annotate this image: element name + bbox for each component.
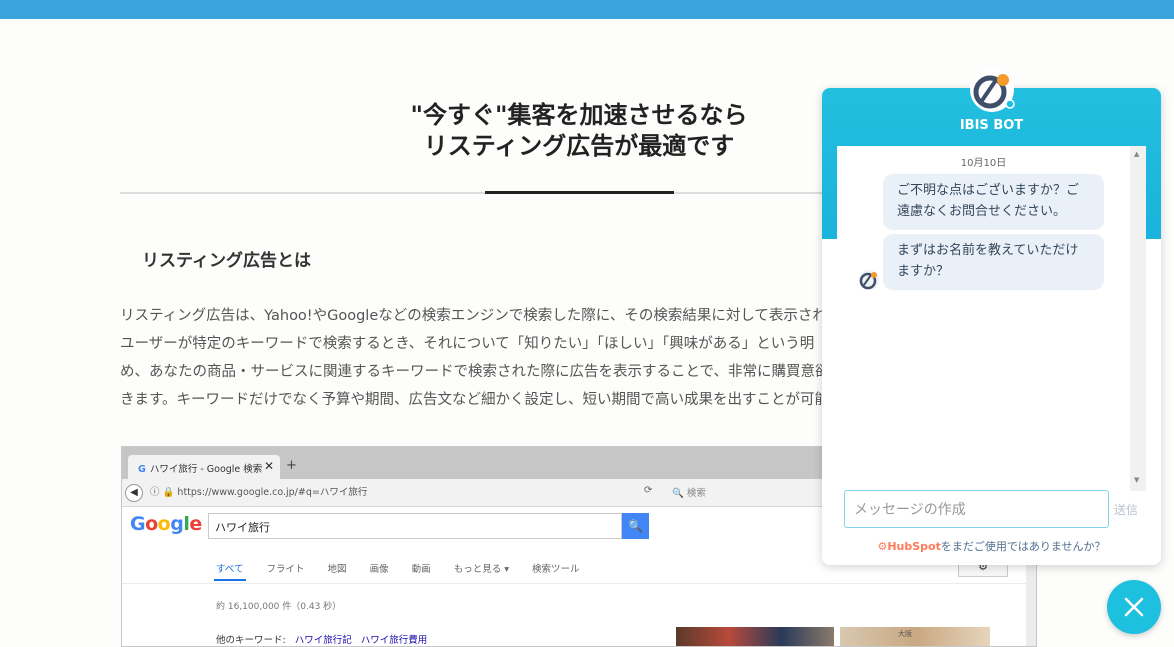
paragraph-line: ユーザーが特定のキーワードで検索するとき、それについて「知りたい」「ほしい」「興…: [120, 336, 815, 352]
google-search-button-icon: 🔍: [622, 513, 649, 539]
top-header-bar: [0, 0, 1174, 19]
related-link: ハワイ旅行記: [294, 635, 352, 646]
bot-avatar-icon: [859, 270, 879, 290]
section-paragraph: リスティング広告は、Yahoo!やGoogleなどの検索エンジンで検索した際に、…: [120, 302, 830, 414]
new-tab-icon: +: [286, 458, 297, 473]
map-caption: 大阪: [898, 630, 912, 638]
map-image-thumbnail: 大阪: [840, 627, 990, 646]
browser-search-box: 🔍 検索: [672, 485, 706, 499]
lock-icon: 🔒: [162, 487, 175, 498]
browser-tab: G ハワイ旅行 - Google 検索 ✕: [128, 455, 280, 479]
tab-close-icon: ✕: [263, 459, 274, 473]
google-tab: 動画: [411, 564, 431, 575]
results-divider: [122, 583, 1036, 584]
reload-icon: ⟳: [644, 485, 653, 496]
info-icon: ⓘ: [150, 487, 160, 498]
result-count: 約 16,100,000 件（0.43 秒）: [216, 602, 342, 612]
address-url-text: https://www.google.co.jp/#q=ハワイ旅行: [177, 487, 368, 498]
send-button[interactable]: 送信: [1114, 501, 1138, 518]
google-tab: 地図: [327, 564, 347, 575]
chat-widget: IBIS BOT ▲ ▼ 10月10日 ご不明な点はございますか？ご遠慮なくお問…: [822, 88, 1161, 565]
chat-scrollbar[interactable]: ▲ ▼: [1130, 146, 1146, 491]
google-logo: Google: [130, 513, 202, 535]
hubspot-brand: HubSpot: [887, 540, 941, 553]
title-divider-accent: [485, 191, 674, 194]
section-heading: リスティング広告とは: [142, 251, 311, 271]
bot-message: まずはお名前を教えていただけますか？: [883, 234, 1104, 290]
paragraph-line: きます。キーワードだけでなく予算や期間、広告文など細かく設定し、短い期間で高い成…: [120, 392, 830, 408]
chat-message-input[interactable]: メッセージの作成: [844, 490, 1109, 528]
paragraph-line: リスティング広告は、Yahoo!やGoogleなどの検索エンジンで検索した際に、…: [120, 308, 830, 324]
hubspot-promo-text: をまだご使用ではありませんか？: [940, 540, 1106, 553]
related-keywords: 他のキーワード: ハワイ旅行記 ハワイ旅行費用: [216, 632, 427, 646]
result-image-thumbnail: [676, 627, 834, 646]
google-tab: 検索ツール: [532, 564, 580, 575]
paragraph-line: め、あなたの商品・サービスに関連するキーワードで検索された際に広告を表示すること…: [120, 364, 830, 380]
close-icon: [1124, 597, 1144, 617]
scroll-down-icon[interactable]: ▼: [1134, 476, 1139, 484]
browser-search-placeholder: 検索: [686, 488, 706, 499]
back-arrow-icon: ◀: [125, 484, 143, 502]
browser-tab-title: ハワイ旅行 - Google 検索: [149, 464, 263, 475]
bot-logo-icon: [970, 68, 1015, 112]
related-label: 他のキーワード:: [216, 635, 286, 646]
google-tab: すべて: [216, 564, 244, 575]
active-tab-underline: [214, 579, 246, 581]
hubspot-sprocket-icon: ⚙: [877, 540, 888, 553]
chat-date: 10月10日: [960, 158, 1007, 169]
chat-close-button[interactable]: [1107, 580, 1161, 634]
address-url: ⓘ 🔒 https://www.google.co.jp/#q=ハワイ旅行: [150, 484, 367, 498]
related-link: ハワイ旅行費用: [360, 635, 428, 646]
scroll-up-icon[interactable]: ▲: [1134, 150, 1139, 158]
google-tab: もっと見る ▾: [453, 564, 509, 575]
google-query-field: ハワイ旅行: [208, 513, 622, 539]
google-tab: フライト: [266, 564, 305, 575]
bot-message: ご不明な点はございますか？ご遠慮なくお問合せください。: [883, 174, 1104, 230]
google-favicon-icon: G: [138, 464, 146, 475]
chat-bot-name: IBIS BOT: [959, 118, 1024, 133]
google-result-tabs: すべて フライト 地図 画像 動画 もっと見る ▾ 検索ツール: [216, 561, 600, 575]
magnifier-icon: 🔍: [672, 488, 684, 499]
hubspot-promo-link[interactable]: ⚙HubSpotをまだご使用ではありませんか？: [822, 538, 1161, 554]
google-tab: 画像: [369, 564, 389, 575]
